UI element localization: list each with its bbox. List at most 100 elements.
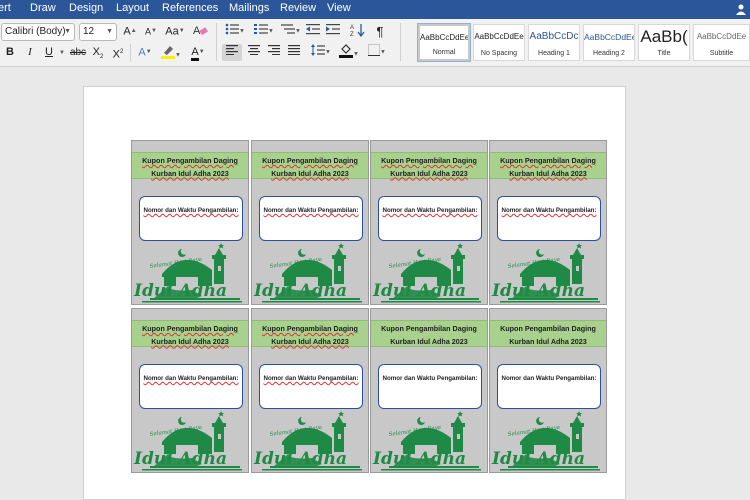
underline-button[interactable]: U: [41, 44, 57, 61]
style-heading-1[interactable]: AaBbCcDc Heading 1: [528, 24, 580, 61]
chevron-down-icon: ▼: [353, 51, 359, 58]
align-right-button[interactable]: [264, 44, 284, 61]
logo-main-text: Idul Adha: [133, 449, 227, 469]
font-color-button[interactable]: A▼: [185, 44, 211, 62]
coupon-label: Nomor dan Waktu Pengambilan:: [143, 207, 239, 214]
chevron-down-icon: ▼: [106, 28, 113, 35]
coupon-title-line2: Kurban Idul Adha 2023: [390, 336, 468, 346]
coupon-card[interactable]: Kupon Pengambilan Daging Kurban Idul Adh…: [370, 308, 488, 473]
italic-button[interactable]: I: [22, 44, 38, 61]
coupon-header: Kupon Pengambilan Daging Kurban Idul Adh…: [490, 320, 606, 347]
superscript-index: 2: [120, 49, 124, 55]
subscript-index: 2: [100, 54, 104, 61]
clear-formatting-button[interactable]: A: [190, 23, 210, 40]
ribbon-home: Calibri (Body) ▼ 12 ▼ A▲ A▼ Aa▼ A B I U …: [0, 19, 750, 67]
coupon-header: Kupon Pengambilan Daging Kurban Idul Adh…: [371, 152, 487, 179]
align-left-button[interactable]: [222, 44, 242, 61]
justify-icon: [288, 45, 300, 55]
align-center-button[interactable]: [244, 44, 264, 61]
style-title[interactable]: AaBb( Title: [638, 24, 690, 61]
logo-main-text: Idul Adha: [133, 281, 227, 301]
tab-draw[interactable]: Draw: [30, 2, 56, 14]
coupon-input-box[interactable]: Nomor dan Waktu Pengambilan:: [497, 196, 601, 241]
eraser-icon: A: [193, 25, 208, 37]
justify-button[interactable]: [284, 44, 304, 61]
coupon-card[interactable]: Kupon Pengambilan Daging Kurban Idul Adh…: [251, 308, 369, 473]
bold-button[interactable]: B: [2, 44, 18, 61]
eid-mosque-logo: Selamat Hari Raya Idul Adha: [253, 243, 362, 303]
coupon-input-box[interactable]: Nomor dan Waktu Pengambilan:: [259, 364, 363, 409]
tab-references[interactable]: References: [162, 2, 218, 14]
superscript-button[interactable]: X2: [110, 44, 126, 61]
borders-button[interactable]: ▼: [364, 44, 390, 61]
style-heading-2[interactable]: AaBbCcDdEe Heading 2: [583, 24, 635, 61]
coupon-card[interactable]: Kupon Pengambilan Daging Kurban Idul Adh…: [251, 140, 369, 305]
highlight-button[interactable]: ▼: [158, 44, 184, 61]
logo-main-text: Idul Adha: [372, 449, 466, 469]
chevron-down-icon: ▼: [325, 49, 331, 56]
coupon-title-line1: Kupon Pengambilan Daging: [500, 156, 596, 165]
increase-indent-button[interactable]: [324, 23, 342, 40]
tab-insert[interactable]: ert: [0, 2, 11, 14]
coupon-title-line1: Kupon Pengambilan Daging: [142, 156, 238, 165]
coupon-header: Kupon Pengambilan Daging Kurban Idul Adh…: [132, 152, 248, 179]
text-effects-button[interactable]: A▼: [134, 44, 156, 61]
coupon-input-box[interactable]: Nomor dan Waktu Pengambilan:: [378, 196, 482, 241]
tab-mailings[interactable]: Mailings: [229, 2, 269, 14]
coupon-card[interactable]: Kupon Pengambilan Daging Kurban Idul Adh…: [131, 308, 249, 473]
coupon-title-line2: Kurban Idul Adha 2023: [271, 168, 349, 178]
text-effects-label: A: [138, 46, 146, 59]
coupon-title-line1: Kupon Pengambilan Daging: [381, 156, 477, 165]
divider: [130, 44, 131, 62]
shading-button[interactable]: ▼: [336, 44, 362, 61]
tab-view[interactable]: View: [327, 2, 351, 14]
coupon-input-box[interactable]: Nomor dan Waktu Pengambilan:: [497, 364, 601, 409]
tab-review[interactable]: Review: [280, 2, 316, 14]
change-case-label: Aa: [165, 25, 179, 38]
grow-font-button[interactable]: A▲: [121, 23, 139, 40]
coupon-card[interactable]: Kupon Pengambilan Daging Kurban Idul Adh…: [370, 140, 488, 305]
eid-mosque-logo: Selamat Hari Raya Idul Adha: [491, 243, 600, 303]
style-sample: AaBbCcDdEe: [584, 32, 634, 42]
coupon-title-line1: Kupon Pengambilan Daging: [262, 156, 358, 165]
numbering-button[interactable]: ▼: [251, 23, 277, 40]
shrink-font-button[interactable]: A▼: [142, 23, 160, 40]
coupon-label: Nomor dan Waktu Pengambilan:: [501, 375, 597, 382]
coupon-card[interactable]: Kupon Pengambilan Daging Kurban Idul Adh…: [489, 140, 607, 305]
font-size-select[interactable]: 12 ▼: [79, 23, 117, 41]
multilevel-list-button[interactable]: ▼: [280, 23, 302, 40]
change-case-button[interactable]: Aa▼: [163, 23, 187, 40]
strikethrough-button[interactable]: abc: [68, 44, 88, 61]
coupon-card[interactable]: Kupon Pengambilan Daging Kurban Idul Adh…: [489, 308, 607, 473]
coupon-card[interactable]: Kupon Pengambilan Daging Kurban Idul Adh…: [131, 140, 249, 305]
bullets-button[interactable]: ▼: [222, 23, 248, 40]
sort-button[interactable]: AZ: [347, 23, 369, 40]
tab-layout[interactable]: Layout: [116, 2, 149, 14]
coupon-title-line1: Kupon Pengambilan Daging: [500, 324, 596, 333]
subscript-button[interactable]: X2: [90, 44, 106, 61]
coupon-input-box[interactable]: Nomor dan Waktu Pengambilan:: [259, 196, 363, 241]
style-sample: AaBbCcDdEe: [696, 32, 747, 41]
sort-index: Z: [350, 32, 354, 37]
coupon-input-box[interactable]: Nomor dan Waktu Pengambilan:: [378, 364, 482, 409]
divider: [400, 23, 401, 61]
tab-design[interactable]: Design: [69, 2, 103, 14]
borders-icon: [368, 44, 381, 57]
style-name: Heading 1: [538, 50, 570, 57]
coupon-input-box[interactable]: Nomor dan Waktu Pengambilan:: [139, 196, 243, 241]
outdent-icon: [306, 24, 320, 35]
user-icon[interactable]: [735, 3, 747, 15]
style-normal[interactable]: AaBbCcDdEe Normal: [417, 23, 471, 62]
font-name-select[interactable]: Calibri (Body) ▼: [1, 23, 75, 41]
show-formatting-button[interactable]: ¶: [372, 23, 388, 40]
decrease-indent-button[interactable]: [304, 23, 322, 40]
style-no-spacing[interactable]: AaBbCcDdEe No Spacing: [473, 24, 525, 61]
divider: [216, 23, 217, 61]
line-spacing-button[interactable]: ▼: [308, 44, 334, 61]
coupon-label: Nomor dan Waktu Pengambilan:: [143, 375, 239, 382]
style-subtitle[interactable]: AaBbCcDdEe Subtitle: [693, 24, 750, 61]
align-right-icon: [268, 45, 280, 55]
coupon-input-box[interactable]: Nomor dan Waktu Pengambilan:: [139, 364, 243, 409]
align-center-icon: [248, 45, 260, 55]
logo-main-text: Idul Adha: [491, 281, 585, 301]
